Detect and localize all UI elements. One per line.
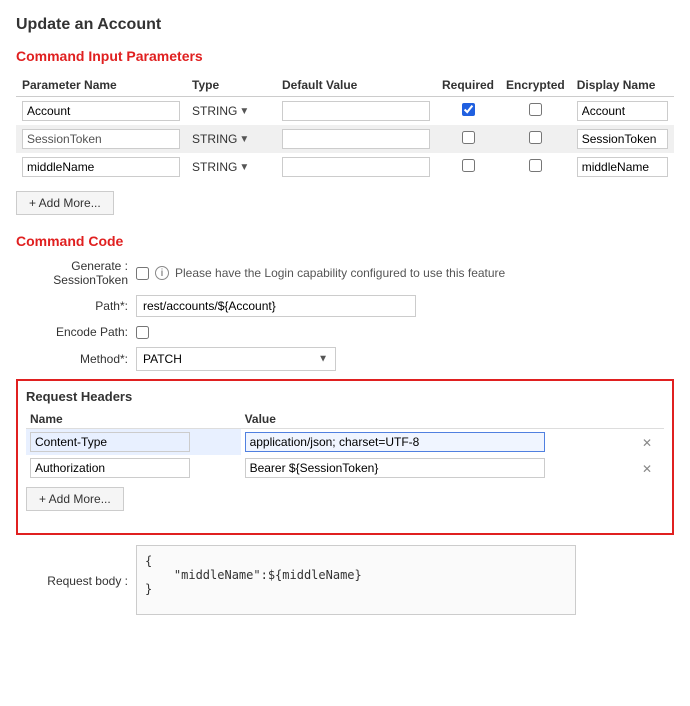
col-header-name: Parameter Name — [16, 74, 186, 97]
encode-path-checkbox[interactable] — [136, 326, 149, 339]
encode-path-value — [136, 326, 674, 339]
header-name-input[interactable] — [30, 458, 190, 478]
generate-info-text: Please have the Login capability configu… — [175, 266, 505, 280]
headers-table: Name Value ✕ ✕ — [26, 410, 664, 481]
param-default-input[interactable] — [282, 101, 430, 121]
param-display-input[interactable] — [577, 129, 668, 149]
table-row: STRING▼ — [16, 153, 674, 181]
request-body-code: { "middleName":${middleName} } — [136, 545, 576, 615]
close-icon[interactable]: ✕ — [638, 434, 656, 452]
add-param-button[interactable]: + Add More... — [16, 191, 114, 215]
add-header-button[interactable]: + Add More... — [26, 487, 124, 511]
param-type-label: STRING — [192, 160, 237, 174]
method-value: GETPOSTPATCHPUTDELETE — [136, 347, 674, 371]
param-encrypted-checkbox[interactable] — [529, 159, 542, 172]
headers-col-name: Name — [26, 410, 241, 429]
col-header-display: Display Name — [571, 74, 674, 97]
param-required-checkbox[interactable] — [462, 159, 475, 172]
header-value-input[interactable] — [245, 458, 545, 478]
headers-col-value: Value — [241, 410, 634, 429]
command-code-section: Command Code Generate : SessionToken i P… — [16, 233, 674, 371]
generate-session-value: i Please have the Login capability confi… — [136, 266, 674, 280]
header-value-input[interactable] — [245, 432, 545, 452]
path-value — [136, 295, 674, 317]
param-required-checkbox[interactable] — [462, 103, 475, 116]
method-wrapper: GETPOSTPATCHPUTDELETE — [136, 347, 336, 371]
page-title: Update an Account — [16, 16, 674, 34]
col-header-encrypted: Encrypted — [500, 74, 571, 97]
command-code-title: Command Code — [16, 233, 674, 249]
param-display-input[interactable] — [577, 157, 668, 177]
param-type-label: STRING — [192, 132, 237, 146]
col-header-default: Default Value — [276, 74, 436, 97]
generate-session-token-row: Generate : SessionToken i Please have th… — [16, 259, 674, 287]
method-select[interactable]: GETPOSTPATCHPUTDELETE — [136, 347, 336, 371]
param-required-checkbox[interactable] — [462, 131, 475, 144]
header-name-input[interactable] — [30, 432, 190, 452]
param-encrypted-checkbox[interactable] — [529, 131, 542, 144]
command-input-section-title: Command Input Parameters — [16, 48, 674, 64]
param-name-input[interactable] — [22, 157, 180, 177]
col-header-required: Required — [436, 74, 500, 97]
method-label: Method*: — [16, 352, 136, 366]
path-label: Path*: — [16, 299, 136, 313]
param-name-input[interactable] — [22, 129, 180, 149]
list-item: ✕ — [26, 429, 664, 456]
col-header-type: Type — [186, 74, 276, 97]
request-body-label: Request body : — [16, 572, 136, 588]
param-default-input[interactable] — [282, 129, 430, 149]
param-type-label: STRING — [192, 104, 237, 118]
param-display-input[interactable] — [577, 101, 668, 121]
path-input[interactable] — [136, 295, 416, 317]
chevron-down-icon[interactable]: ▼ — [239, 106, 249, 117]
generate-session-label: Generate : SessionToken — [16, 259, 136, 287]
method-row: Method*: GETPOSTPATCHPUTDELETE — [16, 347, 674, 371]
chevron-down-icon[interactable]: ▼ — [239, 162, 249, 173]
table-row: STRING▼ — [16, 97, 674, 126]
list-item: ✕ — [26, 455, 664, 481]
request-headers-section: Request Headers Name Value ✕ ✕ + Add More… — [16, 379, 674, 535]
request-body-row: Request body : { "middleName":${middleNa… — [16, 545, 674, 615]
info-icon: i — [155, 266, 169, 280]
encode-path-label: Encode Path: — [16, 325, 136, 339]
encode-path-row: Encode Path: — [16, 325, 674, 339]
param-encrypted-checkbox[interactable] — [529, 103, 542, 116]
param-name-input[interactable] — [22, 101, 180, 121]
table-row: STRING▼ — [16, 125, 674, 153]
headers-title: Request Headers — [26, 389, 664, 404]
parameters-table: Parameter Name Type Default Value Requir… — [16, 74, 674, 181]
param-default-input[interactable] — [282, 157, 430, 177]
close-icon[interactable]: ✕ — [638, 460, 656, 478]
generate-session-checkbox[interactable] — [136, 267, 149, 280]
chevron-down-icon[interactable]: ▼ — [239, 134, 249, 145]
path-row: Path*: — [16, 295, 674, 317]
